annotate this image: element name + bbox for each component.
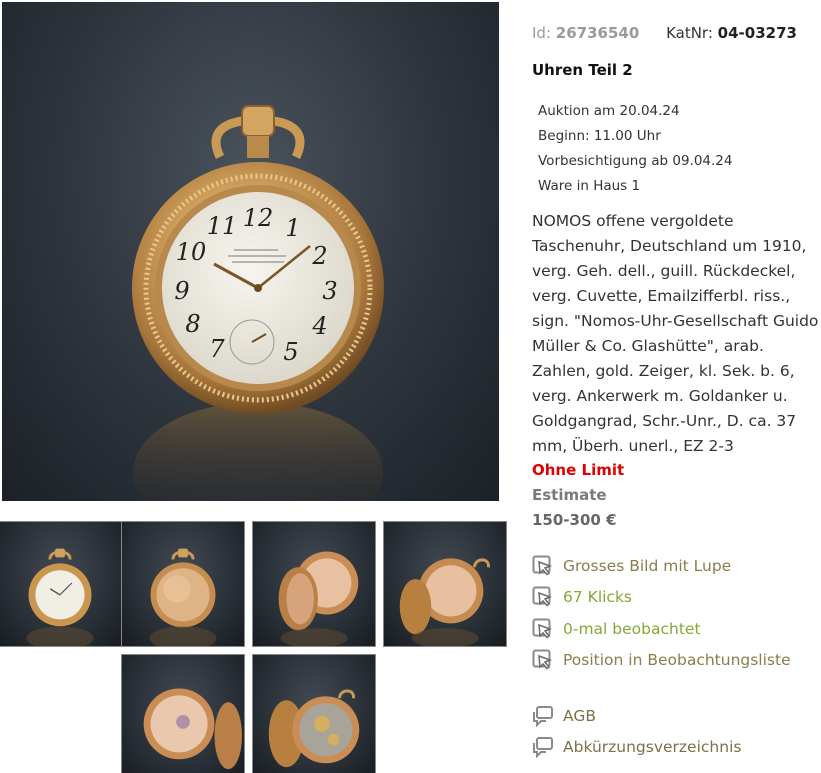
agb-link[interactable]: AGB bbox=[532, 705, 596, 727]
warehouse-location: Ware in Haus 1 bbox=[538, 178, 641, 194]
cursor-arrow-icon bbox=[532, 555, 553, 576]
auction-start-time: Beginn: 11.00 Uhr bbox=[538, 128, 661, 144]
preview-date: Vorbesichtigung ab 09.04.24 bbox=[538, 153, 733, 169]
lot-description: NOMOS offene vergoldete Taschenuhr, Deut… bbox=[532, 212, 819, 455]
thumbnail-image bbox=[268, 689, 360, 768]
svg-text:7: 7 bbox=[209, 335, 225, 363]
cursor-arrow-icon bbox=[532, 618, 553, 639]
estimate-label: Estimate bbox=[532, 486, 607, 504]
large-image-link[interactable]: Grosses Bild mit Lupe bbox=[532, 555, 731, 577]
speech-bubble-icon bbox=[533, 706, 553, 727]
id-value: 26736540 bbox=[555, 24, 640, 42]
svg-text:9: 9 bbox=[174, 277, 189, 305]
svg-text:8: 8 bbox=[185, 310, 200, 338]
watched-count-label: 0-mal beobachtet bbox=[563, 620, 701, 638]
large-image-label: Grosses Bild mit Lupe bbox=[563, 557, 732, 575]
svg-text:5: 5 bbox=[283, 338, 298, 366]
watched-count-link[interactable]: 0-mal beobachtet bbox=[532, 618, 701, 640]
auction-date: Auktion am 20.04.24 bbox=[538, 103, 680, 119]
agb-label: AGB bbox=[563, 707, 596, 725]
cursor-arrow-icon bbox=[532, 649, 553, 670]
abbreviations-label: Abkürzungsverzeichnis bbox=[563, 738, 742, 756]
svg-text:12: 12 bbox=[243, 204, 274, 232]
abbreviations-link[interactable]: Abkürzungsverzeichnis bbox=[532, 736, 741, 758]
thumbnail-image bbox=[143, 688, 243, 770]
thumbnail-5[interactable] bbox=[121, 654, 245, 773]
thumbnail-1[interactable] bbox=[0, 521, 122, 647]
svg-text:11: 11 bbox=[207, 212, 238, 240]
katnr-label: KatNr: bbox=[666, 24, 713, 42]
main-product-photo[interactable]: 12 1 2 3 4 5 7 8 9 10 11 bbox=[2, 2, 499, 501]
estimate-value: 150-300 € bbox=[532, 511, 617, 529]
speech-bubble-icon bbox=[533, 737, 553, 758]
thumbnail-image bbox=[149, 548, 217, 646]
lot-title: Uhren Teil 2 bbox=[532, 61, 633, 79]
watchlist-position-label: Position in Beobachtungsliste bbox=[563, 651, 791, 669]
cursor-arrow-icon bbox=[532, 586, 553, 607]
svg-text:4: 4 bbox=[311, 312, 327, 340]
limit-status: Ohne Limit bbox=[532, 461, 625, 479]
svg-text:10: 10 bbox=[176, 238, 207, 266]
thumbnail-image bbox=[278, 551, 359, 646]
lot-identifiers: Id: 26736540 KatNr: 04-03273 bbox=[532, 24, 797, 42]
svg-text:2: 2 bbox=[311, 242, 327, 270]
thumbnail-image bbox=[26, 548, 94, 646]
auction-meta: Auktion am 20.04.24 Beginn: 11.00 Uhr Vo… bbox=[538, 99, 732, 199]
svg-text:3: 3 bbox=[322, 277, 337, 305]
pocket-watch-image: 12 1 2 3 4 5 7 8 9 10 11 bbox=[132, 105, 384, 501]
id-label: Id: bbox=[532, 24, 551, 42]
thumbnail-3[interactable] bbox=[252, 521, 376, 647]
thumbnail-image bbox=[399, 558, 490, 646]
watchlist-position-link[interactable]: Position in Beobachtungsliste bbox=[532, 649, 791, 671]
thumbnail-6[interactable] bbox=[252, 654, 376, 773]
katnr-value: 04-03273 bbox=[717, 24, 797, 42]
clicks-count-label: 67 Klicks bbox=[563, 588, 633, 606]
clicks-count-link[interactable]: 67 Klicks bbox=[532, 586, 632, 608]
thumbnail-4[interactable] bbox=[383, 521, 507, 647]
thumbnail-2[interactable] bbox=[121, 521, 245, 647]
svg-text:1: 1 bbox=[285, 214, 300, 242]
